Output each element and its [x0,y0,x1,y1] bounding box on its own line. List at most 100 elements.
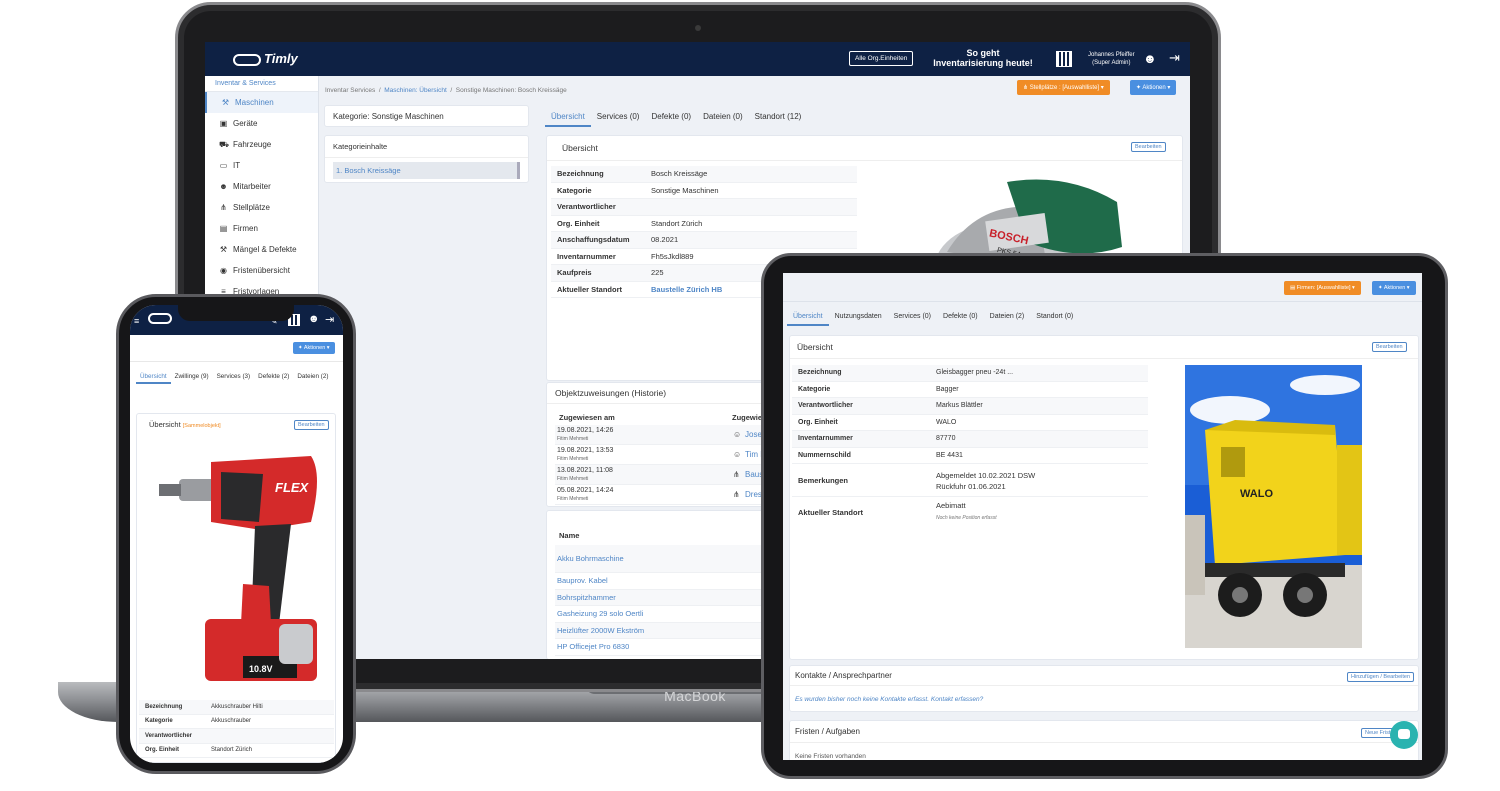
field-value: WALO [936,418,957,426]
tab[interactable]: Defekte (0) [937,309,984,326]
stellplaetze-button[interactable]: ⋔ Stellplätze : [Auswahlliste] ▾ [1017,80,1110,95]
tab[interactable]: Services (0) [591,108,646,127]
field-key: Verantwortlicher [557,202,616,212]
sidebar-item[interactable]: ⚒ Maschinen [205,92,318,113]
edit-button[interactable]: Bearbeiten [1131,142,1166,152]
tablet-fields: Bezeichnung Gleisbagger pneu -24t ... Kate… [792,365,1148,464]
user-icon[interactable]: ☻ [1143,52,1157,65]
phone-notch [178,303,294,321]
category-item[interactable]: 1. Bosch Kreissäge [333,162,520,179]
breadcrumb-item[interactable]: Inventar Services [325,87,375,94]
field-row: Inventarnummer 87770 [792,431,1148,448]
tab[interactable]: Übersicht [136,371,171,384]
logout-icon[interactable]: ⇥ [325,313,334,326]
sidebar-item-label: Mitarbeiter [233,182,271,191]
sidebar-item[interactable]: ☻ Mitarbeiter [205,176,318,197]
field-value: 225 [651,268,664,278]
qr-code-icon[interactable] [1056,51,1072,67]
field-value[interactable]: Baustelle Zürich HB [651,285,722,294]
sidebar-item[interactable]: ⋔ Stellplätze [205,197,318,218]
logout-icon[interactable]: ⇥ [1169,51,1180,64]
field-key: Bezeichnung [145,703,183,710]
remark-line-1: Abgemeldet 10.02.2021 DSW [936,470,1036,480]
item-name[interactable]: Gasheizung 29 solo Oertli [557,609,643,618]
tab[interactable]: Dateien (2) [984,309,1031,326]
sidebar-item[interactable]: ▣ Geräte [205,113,318,134]
item-name[interactable]: Bohrspitzhammer [557,593,616,602]
history-col-assignee: Zugewie [732,413,763,422]
field-key: Org. Einheit [798,418,838,426]
breadcrumb-item[interactable]: Maschinen: Übersicht [384,87,447,94]
sidebar-item[interactable]: ▭ IT [205,155,318,176]
field-key: Aktueller Standort [557,284,623,294]
field-row: Verantwortlicher [139,729,334,744]
aktionen-button[interactable]: ✦ Aktionen ▾ [293,342,335,354]
divider [130,361,343,362]
contacts-edit-button[interactable]: Hinzufügen / Bearbeiten [1347,672,1415,682]
sidebar-item[interactable]: ▤ Firmen [205,218,318,239]
overview-title: Übersicht [790,336,1418,359]
tab[interactable]: Services (0) [888,309,937,326]
eye-icon: ◉ [220,266,227,275]
phone-overview-card: Übersicht [Sammelobjekt] Bearbeiten FLEX… [136,413,336,763]
car-icon: ⛟ [219,140,230,149]
caret-down-icon: ▾ [1167,85,1171,91]
aktionen-button[interactable]: ✦ Aktionen ▾ [1130,80,1177,95]
tab[interactable]: Standort (0) [1030,309,1079,326]
logo-mascot-icon[interactable] [148,313,172,324]
aktionen-label: Aktionen [303,345,326,351]
battery-label: 10.8V [249,664,273,674]
promo-banner[interactable]: So geht Inventarisierung heute! [927,48,1039,68]
detail-tabs: Übersicht Services (0) Defekte (0) Dateien … [545,108,807,127]
field-key: Kategorie [557,185,592,195]
chat-bubble-icon[interactable] [1390,721,1418,749]
field-key: Aktueller Standort [798,507,864,517]
tab[interactable]: Nutzungsdaten [829,309,888,326]
sidebar-item-label: Mängel & Defekte [233,245,297,254]
tab[interactable]: Übersicht [545,108,591,127]
aktionen-button[interactable]: ✦ Aktionen ▾ [1372,281,1416,295]
field-value: Akkuschrauber [211,718,252,725]
top-navbar: Timly Alle Org.Einheiten So geht Inventa… [205,42,1190,76]
timly-logo[interactable]: Timly [233,51,298,66]
field-row: Org. Einheit Standort Zürich [139,743,334,758]
sidebar-item[interactable]: ◉ Fristenübersicht [205,260,318,281]
field-row: Nummernschild BE 4431 [792,447,1148,464]
user-info[interactable]: Johannes Pfeiffer (Super Admin) [1088,51,1135,67]
user-icon: ☺ [733,450,742,459]
contacts-card: Kontakte / Ansprechpartner Hinzufügen / … [789,665,1419,712]
sidebar-item[interactable]: ⚒ Mängel & Defekte [205,239,318,260]
phone-screen: ≡ ✎ ☻ ⇥ ✦ Aktionen ▾ Übersicht Zwillinge … [130,305,343,763]
field-value: Bosch Kreissäge [651,169,708,179]
tablet-screen: ▤ Firmen: [Auswahlliste] ▾ ✦ Aktionen ▾ … [783,273,1422,760]
tab[interactable]: Zwillinge (9) [171,371,213,384]
tab[interactable]: Dateien (0) [697,108,749,127]
edit-button[interactable]: Bearbeiten [294,420,329,430]
tab[interactable]: Dateien (2) [293,371,332,384]
sidebar-items: ⚒ Maschinen ▣ Geräte ⛟ Fahrzeuge ▭ IT ☻ Mitarbeit… [205,92,318,302]
item-name[interactable]: Bauprov. Kabel [557,576,608,585]
item-name[interactable]: Akku Bohrmaschine [557,554,624,563]
field-row: Anschaffungsdatum 08.2021 [551,232,857,249]
item-name[interactable]: HP Officejet Pro 6830 [557,642,629,651]
contacts-empty-text: Es wurden bisher noch keine Kontakte erf… [795,696,930,703]
history-date: 19.08.2021, 14:26 [557,427,614,434]
firmen-button[interactable]: ▤ Firmen: [Auswahlliste] ▾ [1284,281,1361,295]
edit-button[interactable]: Bearbeiten [1372,342,1407,352]
add-contact-link[interactable]: Kontakt erfassen? [931,696,983,703]
tab[interactable]: Übersicht [787,309,829,326]
history-date: 19.08.2021, 13:53 [557,447,614,454]
menu-icon[interactable]: ≡ [134,316,139,326]
tab[interactable]: Defekte (2) [254,371,293,384]
field-key: Bemerkungen [798,476,849,485]
org-units-button[interactable]: Alle Org.Einheiten [849,51,914,66]
item-name[interactable]: Heizlüfter 2000W Ekström [557,626,644,635]
tab[interactable]: Defekte (0) [645,108,697,127]
tab[interactable]: Services (3) [213,371,255,384]
user-icon[interactable]: ☻ [308,313,320,325]
sidebar-item-label: Geräte [233,119,258,128]
history-by: Fitim Mehmeti [557,436,589,442]
category-title: Kategorie: Sonstige Maschinen [333,112,444,121]
tab[interactable]: Standort (12) [749,108,808,127]
sidebar-item[interactable]: ⛟ Fahrzeuge [205,134,318,155]
